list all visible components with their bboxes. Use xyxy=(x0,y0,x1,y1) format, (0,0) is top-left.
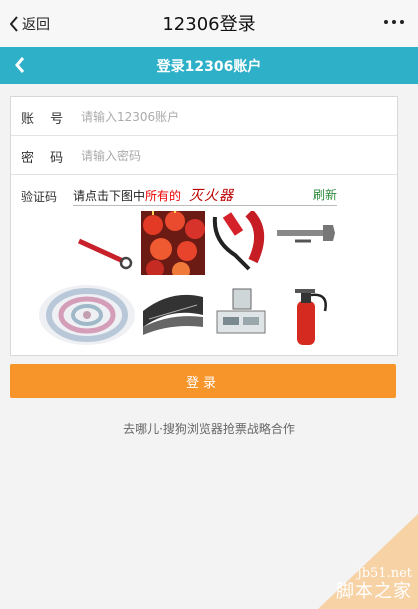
captcha-image[interactable] xyxy=(35,283,137,347)
login-form: 账 号 密 码 验证码 请点击下图中所有的灭火器 刷新 xyxy=(10,96,398,356)
account-label: 账 号 xyxy=(21,112,70,127)
tool-icon xyxy=(77,238,133,270)
account-input[interactable] xyxy=(79,103,383,131)
lanterns-icon xyxy=(141,211,205,275)
sub-header-title: 登录12306账户 xyxy=(156,59,262,75)
fire-extinguisher-icon xyxy=(295,289,327,345)
captcha-image[interactable] xyxy=(141,211,205,275)
wrench-icon xyxy=(277,225,335,243)
more-menu-button[interactable] xyxy=(384,20,404,24)
captcha-image[interactable] xyxy=(209,211,273,275)
scale-icon xyxy=(216,288,266,334)
captcha-refresh-button[interactable]: 刷新 xyxy=(313,186,337,203)
password-label: 密 码 xyxy=(21,151,70,166)
captcha-image[interactable] xyxy=(275,211,339,275)
top-bar: 返回 12306登录 xyxy=(0,0,418,48)
captcha-image[interactable] xyxy=(209,283,273,347)
captcha-label: 验证码 xyxy=(21,190,58,204)
more-dot-icon xyxy=(392,20,396,24)
more-dot-icon xyxy=(400,20,404,24)
wrench-icon xyxy=(212,211,264,271)
password-input[interactable] xyxy=(79,142,383,170)
password-row: 密 码 xyxy=(11,136,397,175)
captcha-image[interactable] xyxy=(73,211,137,275)
sub-header: 登录12306账户 xyxy=(0,47,418,84)
swirl-icon xyxy=(39,285,135,345)
captcha-prompt: 请点击下图中所有的 灭火器 xyxy=(73,185,337,206)
partner-text: 去哪儿·搜狗浏览器抢票战略合作 xyxy=(123,422,295,436)
captcha-image[interactable] xyxy=(141,283,205,347)
captcha-target-word: 灭火器 xyxy=(189,188,235,204)
watermark-name: 脚本之家 xyxy=(336,581,412,602)
login-button[interactable]: 登录 xyxy=(10,364,396,398)
captcha-image-grid xyxy=(35,211,339,347)
page-title: 12306登录 xyxy=(162,14,256,35)
account-row: 账 号 xyxy=(11,97,397,136)
more-dot-icon xyxy=(384,20,388,24)
captcha-prompt-highlight: 所有的 xyxy=(145,189,182,203)
stapler-icon xyxy=(143,294,203,335)
captcha-prompt-text: 请点击下图中 xyxy=(73,189,146,203)
captcha-image[interactable] xyxy=(275,283,339,347)
